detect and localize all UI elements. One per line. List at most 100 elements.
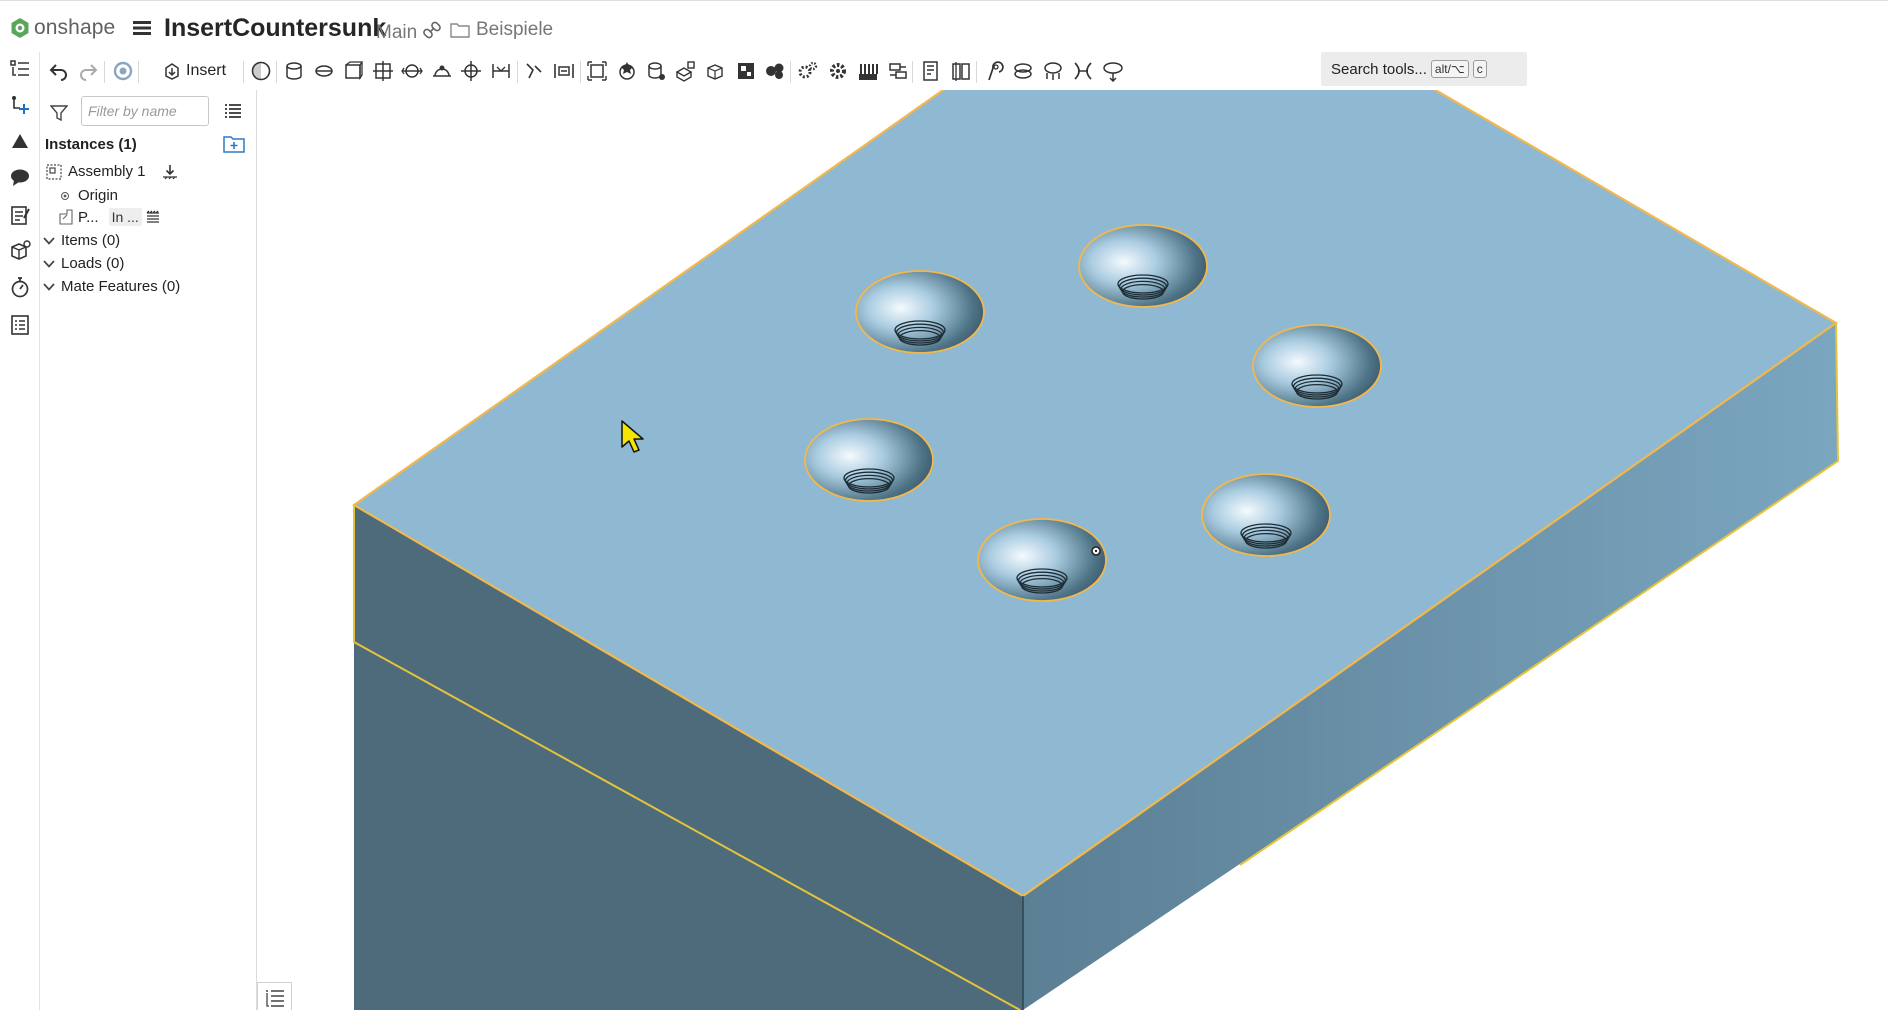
- countersunk-hole[interactable]: [1252, 324, 1382, 408]
- toolbar-separator: [243, 61, 244, 83]
- parallel-mate-icon[interactable]: [460, 60, 482, 82]
- insert-label: Insert: [186, 62, 227, 79]
- insert-icon: [165, 63, 179, 80]
- instance-list-panel: Instances (1) Assembly 1 Origin P... In …: [40, 90, 257, 1010]
- tree-group-mate-features[interactable]: Mate Features (0): [43, 278, 180, 295]
- countersunk-hole[interactable]: [1201, 473, 1331, 557]
- tree-group-label: Items (0): [61, 232, 121, 249]
- search-tools-button[interactable]: Search tools... alt/⌥ c: [1321, 52, 1527, 86]
- list-view-icon[interactable]: [224, 102, 242, 120]
- animate-icon[interactable]: [1042, 60, 1064, 82]
- fastened-mate-icon[interactable]: [250, 60, 272, 82]
- ball-joint-icon[interactable]: [983, 60, 1005, 82]
- shortcut-c-key: c: [1472, 60, 1487, 78]
- new-folder-icon[interactable]: [223, 134, 245, 154]
- origin-icon: [61, 191, 69, 200]
- measure-icon[interactable]: [920, 60, 942, 82]
- hamburger-menu-icon[interactable]: [132, 18, 152, 38]
- countersunk-hole[interactable]: [1078, 224, 1208, 308]
- simulation-icon[interactable]: [1102, 60, 1124, 82]
- toolbar-separator: [276, 61, 277, 83]
- tree-group-label: Loads (0): [61, 255, 125, 272]
- width-mate-icon[interactable]: [523, 60, 545, 82]
- gear-icon[interactable]: [827, 60, 849, 82]
- undo-icon[interactable]: [48, 60, 70, 82]
- tree-row-origin[interactable]: Origin: [60, 187, 118, 204]
- mirror-icon[interactable]: [645, 60, 667, 82]
- shortcut-alt-key: alt/⌥: [1430, 60, 1469, 78]
- part-instance-icon: [59, 209, 73, 225]
- parts-library-icon[interactable]: [9, 240, 31, 262]
- part-instance-label: P...: [78, 208, 99, 226]
- bill-of-materials-icon[interactable]: [9, 314, 31, 336]
- onshape-logo[interactable]: onshape: [10, 15, 115, 41]
- left-rail: [0, 52, 40, 1010]
- tree-group-items[interactable]: Items (0): [43, 232, 120, 249]
- mass-properties-icon[interactable]: [950, 60, 972, 82]
- folder-label: Beispiele: [476, 19, 554, 40]
- folder-icon: [450, 23, 470, 38]
- interference-icon[interactable]: [1072, 60, 1094, 82]
- insert-into-assembly-icon[interactable]: [162, 164, 178, 180]
- stopwatch-icon[interactable]: [9, 276, 31, 298]
- motion-loop-icon[interactable]: [1012, 60, 1034, 82]
- circular-pattern-icon[interactable]: [705, 60, 727, 82]
- origin-label: Origin: [78, 187, 119, 204]
- assembly-toolbar: Insert Search tools... alt/⌥ c: [40, 52, 1888, 90]
- chevron-down-icon[interactable]: [43, 281, 55, 293]
- rack-pinion-icon[interactable]: [857, 60, 879, 82]
- comments-icon[interactable]: [9, 166, 31, 188]
- chevron-down-icon[interactable]: [43, 258, 55, 270]
- tree-group-loads[interactable]: Loads (0): [43, 255, 124, 272]
- mate-connector-icon[interactable]: [586, 60, 608, 82]
- fixed-icon[interactable]: [146, 210, 160, 224]
- graphics-viewport[interactable]: [258, 90, 1888, 1010]
- chevron-down-icon[interactable]: [43, 235, 55, 247]
- appearance-icon[interactable]: [9, 130, 31, 152]
- cylindrical-mate-icon[interactable]: [342, 60, 364, 82]
- assembly-label: Assembly 1: [68, 163, 146, 180]
- planar-mate-icon[interactable]: [372, 60, 394, 82]
- toolbar-separator: [138, 61, 139, 83]
- group-icon[interactable]: [553, 60, 575, 82]
- tree-row-assembly[interactable]: Assembly 1: [46, 163, 178, 180]
- toolbar-separator: [976, 61, 977, 83]
- linear-pattern-icon[interactable]: [675, 60, 697, 82]
- countersunk-hole[interactable]: [855, 270, 985, 354]
- assembly-icon: [46, 163, 62, 180]
- revolute-mate-icon[interactable]: [283, 60, 305, 82]
- redo-icon[interactable]: [77, 60, 99, 82]
- search-tools-label: Search tools...: [1331, 60, 1427, 78]
- insert-button[interactable]: Insert: [163, 58, 226, 84]
- toolbar-separator: [580, 61, 581, 83]
- pin-slot-mate-icon[interactable]: [431, 60, 453, 82]
- insert-instance-icon[interactable]: [9, 94, 31, 116]
- tree-group-label: Mate Features (0): [61, 278, 181, 295]
- explode-view-icon[interactable]: [735, 60, 757, 82]
- part-instance-tag: In ...: [108, 208, 142, 226]
- folder-breadcrumb[interactable]: Beispiele: [450, 19, 553, 41]
- ball-mate-icon[interactable]: [401, 60, 423, 82]
- toolbar-separator: [912, 61, 913, 83]
- feature-list-icon[interactable]: [9, 58, 31, 80]
- toolbar-separator: [104, 61, 105, 83]
- instances-header: Instances (1): [45, 136, 137, 153]
- countersunk-hole[interactable]: [804, 418, 934, 502]
- document-header: onshape InsertCountersunk Main Beispiele: [0, 0, 1888, 52]
- gear-relation-icon[interactable]: [797, 60, 819, 82]
- model-canvas[interactable]: [258, 90, 1888, 1010]
- countersunk-hole[interactable]: [977, 518, 1107, 602]
- update-icon[interactable]: [112, 60, 134, 82]
- named-positions-icon[interactable]: [764, 60, 786, 82]
- slider-mate-icon[interactable]: [313, 60, 335, 82]
- screw-relation-icon[interactable]: [887, 60, 909, 82]
- document-title[interactable]: InsertCountersunk: [164, 14, 386, 43]
- branch-label[interactable]: Main: [376, 22, 417, 44]
- tangent-mate-icon[interactable]: [490, 60, 512, 82]
- filter-icon[interactable]: [50, 104, 68, 122]
- notes-icon[interactable]: [9, 204, 31, 226]
- link-icon[interactable]: [423, 21, 441, 39]
- replicate-icon[interactable]: [616, 60, 638, 82]
- tree-row-part-instance[interactable]: P... In ...: [58, 208, 160, 226]
- filter-by-name-input[interactable]: [81, 96, 209, 126]
